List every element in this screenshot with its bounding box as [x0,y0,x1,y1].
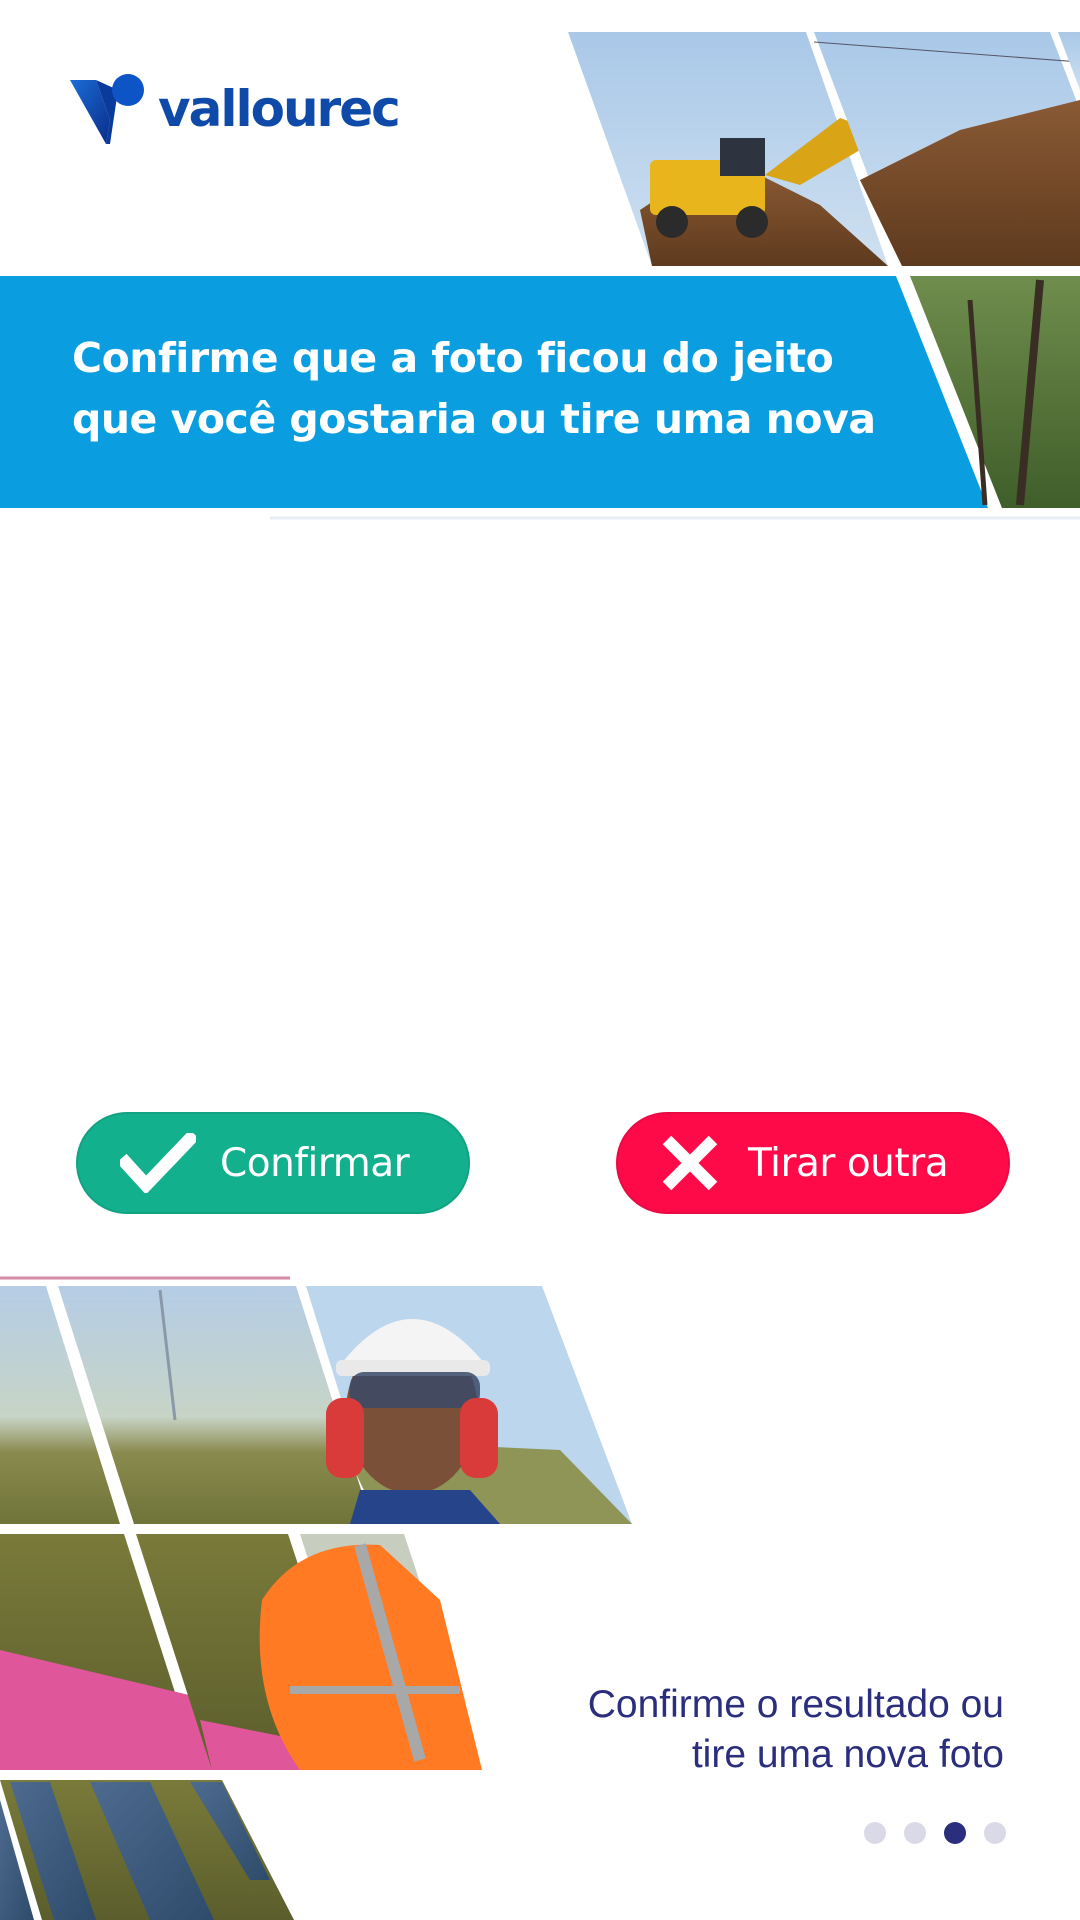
title-line-1: Confirme que a foto ficou do jeito [72,334,834,382]
brand-name: vallourec [158,80,401,138]
checkmark-icon [118,1123,198,1203]
solar-panels-photo [0,1780,294,1920]
instruction-text: Confirme o resultado ou tire uma nova fo… [588,1680,1004,1780]
field-photo [58,1286,372,1524]
orange-jacket-worker-photo [259,1534,482,1770]
title-line-2: que você gostaria ou tire uma nova [72,395,876,443]
retake-photo-button[interactable]: Tirar outra [616,1112,1010,1214]
page-dot-2[interactable] [904,1822,926,1844]
page-title: Confirme que a foto ficou do jeito que v… [72,328,892,450]
page-dot-1[interactable] [864,1822,886,1844]
page-indicator [864,1822,1006,1844]
worker-helmet-photo [306,1286,632,1524]
instruction-line-1: Confirme o resultado ou [587,1683,1004,1726]
close-x-icon [654,1123,726,1203]
retake-button-label: Tirar outra [748,1140,949,1186]
page-dot-3-active[interactable] [944,1822,966,1844]
photo-collage [0,32,1080,1920]
confirm-button-label: Confirmar [220,1140,410,1186]
grass-photo-left [0,1534,200,1770]
dirt-pile-photo [813,32,1080,266]
sky-tower-photo [0,1286,120,1524]
page-dot-4[interactable] [984,1822,1006,1844]
trees-photo [910,276,1080,508]
vallourec-logo: vallourec [70,72,401,146]
wheel-loader-photo [568,32,935,266]
confirm-button[interactable]: Confirmar [76,1112,470,1214]
instruction-line-2: tire uma nova foto [691,1733,1004,1776]
vallourec-v-logo-icon [70,74,144,144]
pink-sign-photo [0,1534,366,1770]
